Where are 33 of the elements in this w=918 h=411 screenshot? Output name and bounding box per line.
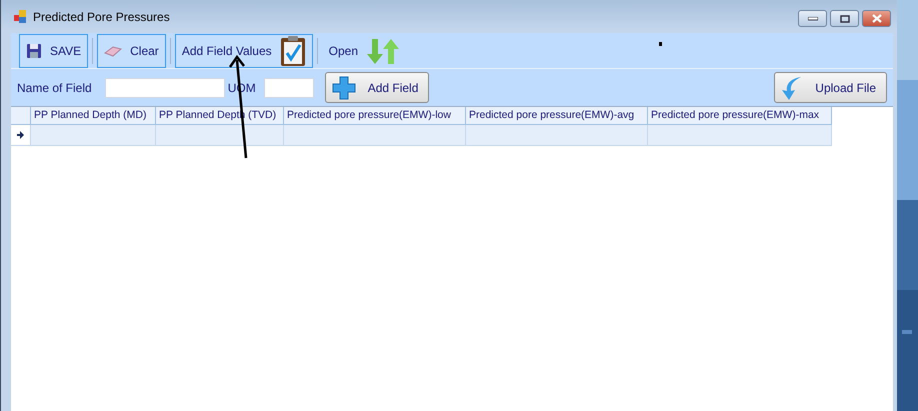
column-header[interactable]: PP Planned Depth (MD) bbox=[31, 107, 156, 125]
name-of-field-input[interactable] bbox=[104, 78, 225, 98]
clipboard-check-icon bbox=[280, 34, 306, 66]
column-header[interactable]: Predicted pore pressure(EMW)-low bbox=[284, 107, 466, 125]
maximize-icon bbox=[840, 14, 850, 22]
toolbar-button[interactable]: Clear bbox=[97, 34, 166, 68]
close-button[interactable] bbox=[862, 10, 891, 27]
name-of-field-label: Name of Field bbox=[17, 80, 92, 94]
row-header-corner bbox=[11, 107, 31, 125]
table-cell[interactable] bbox=[31, 125, 156, 146]
uom-input[interactable] bbox=[264, 78, 314, 98]
up-down-arrows-icon bbox=[366, 36, 400, 64]
column-header[interactable]: Predicted pore pressure(EMW)-avg bbox=[466, 107, 648, 125]
plus-icon bbox=[332, 76, 356, 100]
window-title: Predicted Pore Pressures bbox=[33, 10, 171, 24]
current-row-icon bbox=[17, 131, 24, 139]
minimize-icon bbox=[808, 16, 818, 20]
eraser-icon bbox=[104, 44, 122, 58]
table-cell[interactable] bbox=[648, 125, 832, 146]
minimize-button[interactable] bbox=[798, 10, 827, 27]
toolbar-button[interactable]: Add Field Values bbox=[174, 34, 313, 68]
close-icon bbox=[872, 14, 882, 23]
maximize-button[interactable] bbox=[830, 10, 859, 27]
column-header[interactable]: Predicted pore pressure(EMW)-max bbox=[648, 107, 832, 125]
table-cell[interactable] bbox=[284, 125, 466, 146]
upload-file-button[interactable]: Upload File bbox=[774, 72, 887, 103]
app-icon bbox=[14, 10, 27, 23]
add-field-button[interactable]: Add Field bbox=[324, 72, 430, 103]
table-cell[interactable] bbox=[156, 125, 284, 146]
table-cell[interactable] bbox=[466, 125, 648, 146]
curved-arrow-icon bbox=[781, 74, 804, 100]
open-link[interactable]: Open bbox=[322, 34, 408, 68]
toolbar-button[interactable]: SAVE bbox=[19, 34, 88, 68]
